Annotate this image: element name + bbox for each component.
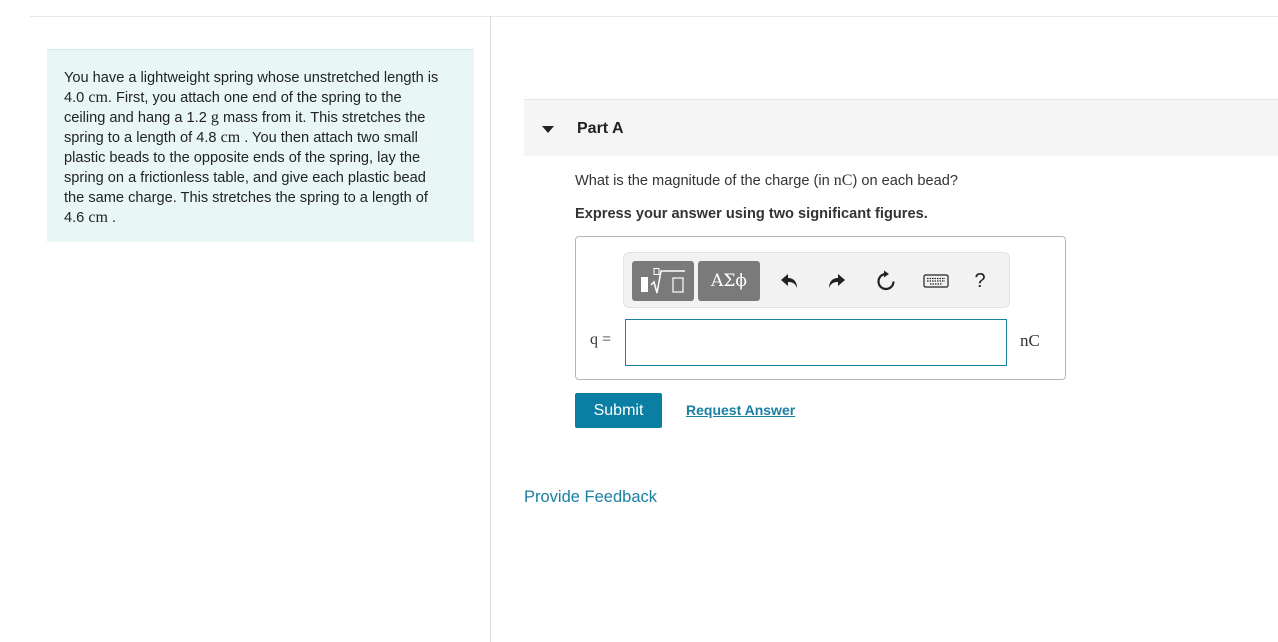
provide-feedback-link[interactable]: Provide Feedback <box>524 488 657 507</box>
request-answer-link[interactable]: Request Answer <box>686 402 795 418</box>
column-divider <box>490 16 491 642</box>
templates-icon <box>641 268 685 294</box>
templates-button[interactable] <box>632 261 694 301</box>
keyboard-icon[interactable] <box>916 261 956 301</box>
undo-icon[interactable] <box>774 261 806 301</box>
answer-variable-label: q = <box>590 331 612 348</box>
answer-panel: ΑΣϕ ? q = nC <box>575 236 1066 380</box>
math-toolbar: ΑΣϕ ? <box>623 252 1010 308</box>
answer-instruction: Express your answer using two significan… <box>575 206 928 222</box>
reset-icon[interactable] <box>870 261 902 301</box>
top-divider <box>30 16 1278 17</box>
redo-icon[interactable] <box>820 261 852 301</box>
problem-text: You have a lightweight spring whose unst… <box>64 70 439 226</box>
help-button[interactable]: ? <box>964 261 996 301</box>
part-a-header[interactable]: Part A <box>524 99 1278 156</box>
question-text: What is the magnitude of the charge (in … <box>575 172 958 189</box>
answer-input[interactable] <box>625 319 1007 366</box>
greek-symbols-button[interactable]: ΑΣϕ <box>698 261 760 301</box>
answer-unit-label: nC <box>1020 331 1040 350</box>
submit-button[interactable]: Submit <box>575 393 662 428</box>
part-title: Part A <box>577 120 624 137</box>
collapse-caret-icon[interactable] <box>542 126 554 133</box>
problem-statement: You have a lightweight spring whose unst… <box>47 49 474 242</box>
